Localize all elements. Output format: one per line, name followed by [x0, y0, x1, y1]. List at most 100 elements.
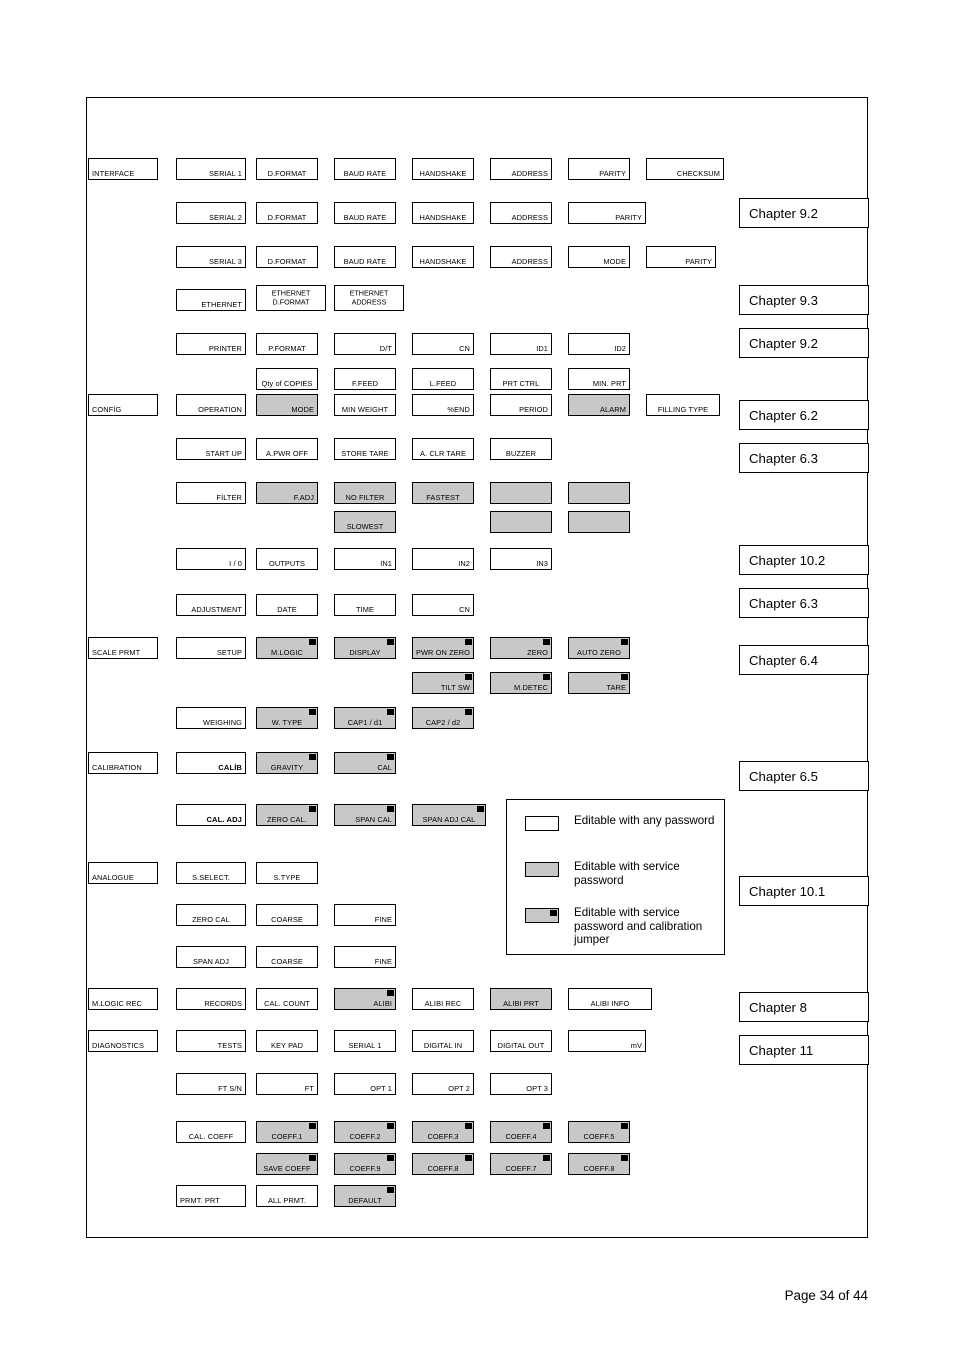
menu-node-s2baud[interactable]: BAUD RATE: [334, 202, 396, 224]
menu-node-zero[interactable]: ZERO: [490, 637, 552, 659]
menu-node-cap1d1[interactable]: CAP1 / d1: [334, 707, 396, 729]
menu-node-diagnostics[interactable]: DIAGNOSTICS: [88, 1030, 158, 1052]
menu-node-nofilter[interactable]: NO FILTER: [334, 482, 396, 504]
menu-node-coeff3[interactable]: COEFF.3: [412, 1121, 474, 1143]
menu-node-serialt1[interactable]: SERIAL 1: [334, 1030, 396, 1052]
menu-node-s1parity[interactable]: PARITY: [568, 158, 630, 180]
chapter-reference-box[interactable]: Chapter 9.2: [739, 198, 869, 228]
menu-node-mv[interactable]: mV: [568, 1030, 646, 1052]
chapter-reference-box[interactable]: Chapter 6.5: [739, 761, 869, 791]
menu-node-display[interactable]: DISPLAY: [334, 637, 396, 659]
chapter-reference-box[interactable]: Chapter 10.2: [739, 545, 869, 575]
menu-node-tests[interactable]: TESTS: [176, 1030, 246, 1052]
menu-node-s3dformat[interactable]: D.FORMAT: [256, 246, 318, 268]
menu-node-ethdform[interactable]: ETHERNET D.FORMAT: [256, 285, 326, 311]
chapter-reference-box[interactable]: Chapter 9.2: [739, 328, 869, 358]
menu-node-s3mode[interactable]: MODE: [568, 246, 630, 268]
menu-node-fblank2[interactable]: [568, 482, 630, 504]
menu-node-analogue[interactable]: ANALOGUE: [88, 862, 158, 884]
menu-node-weighing[interactable]: WEIGHING: [176, 707, 246, 729]
menu-node-autozero[interactable]: AUTO ZERO: [568, 637, 630, 659]
menu-node-gravity[interactable]: GRAVITY: [256, 752, 318, 774]
menu-node-in2[interactable]: IN2: [412, 548, 474, 570]
menu-node-cap2d2[interactable]: CAP2 / d2: [412, 707, 474, 729]
chapter-reference-box[interactable]: Chapter 6.4: [739, 645, 869, 675]
menu-node-opt2[interactable]: OPT 2: [412, 1073, 474, 1095]
menu-node-coarse1[interactable]: COARSE: [256, 904, 318, 926]
menu-node-serial2[interactable]: SERIAL 2: [176, 202, 246, 224]
menu-node-storetare[interactable]: STORE TARE: [334, 438, 396, 460]
menu-node-interface[interactable]: INTERFACE: [88, 158, 158, 180]
menu-node-tare[interactable]: TARE: [568, 672, 630, 694]
menu-node-alibi[interactable]: ALIBI: [334, 988, 396, 1010]
menu-node-coeff4[interactable]: COEFF.4: [490, 1121, 552, 1143]
menu-node-calcoeff[interactable]: CAL. COEFF: [176, 1121, 246, 1143]
menu-node-coeff5[interactable]: COEFF.5: [568, 1121, 630, 1143]
menu-node-wtype[interactable]: W. TYPE: [256, 707, 318, 729]
menu-node-stype[interactable]: S.TYPE: [256, 862, 318, 884]
chapter-reference-box[interactable]: Chapter 6.3: [739, 588, 869, 618]
menu-node-spanadjcal[interactable]: SPAN ADJ CAL: [412, 804, 486, 826]
menu-node-qtycopies[interactable]: Qty of COPIES: [256, 368, 318, 390]
menu-node-cn1[interactable]: CN: [412, 333, 474, 355]
menu-node-io[interactable]: I / 0: [176, 548, 246, 570]
menu-node-pctend[interactable]: %END: [412, 394, 474, 416]
menu-node-in3[interactable]: IN3: [490, 548, 552, 570]
menu-node-tiltsw[interactable]: TILT SW: [412, 672, 474, 694]
menu-node-s2addr[interactable]: ADDRESS: [490, 202, 552, 224]
menu-node-printer[interactable]: PRINTER: [176, 333, 246, 355]
menu-node-ft[interactable]: FT: [256, 1073, 318, 1095]
menu-node-s1baud[interactable]: BAUD RATE: [334, 158, 396, 180]
menu-node-serial3[interactable]: SERIAL 3: [176, 246, 246, 268]
menu-node-coeff8a[interactable]: COEFF.8: [412, 1153, 474, 1175]
chapter-reference-box[interactable]: Chapter 6.2: [739, 400, 869, 430]
menu-node-cn2[interactable]: CN: [412, 594, 474, 616]
menu-node-mdetec[interactable]: M.DETEC: [490, 672, 552, 694]
menu-node-mlogic[interactable]: M.LOGIC: [256, 637, 318, 659]
menu-node-caladj[interactable]: CAL. ADJ: [176, 804, 246, 826]
chapter-reference-box[interactable]: Chapter 6.3: [739, 443, 869, 473]
menu-node-fine1[interactable]: FINE: [334, 904, 396, 926]
chapter-reference-box[interactable]: Chapter 8: [739, 992, 869, 1022]
menu-node-sselect[interactable]: S.SELECT.: [176, 862, 246, 884]
menu-node-coeff1[interactable]: COEFF.1: [256, 1121, 318, 1143]
menu-node-cal[interactable]: CAL: [334, 752, 396, 774]
menu-node-fine2[interactable]: FINE: [334, 946, 396, 968]
menu-node-s1dformat[interactable]: D.FORMAT: [256, 158, 318, 180]
menu-node-outputs[interactable]: OUTPUTS: [256, 548, 318, 570]
menu-node-id1[interactable]: ID1: [490, 333, 552, 355]
menu-node-alibirec[interactable]: ALIBI REC: [412, 988, 474, 1010]
menu-node-fblank4[interactable]: [568, 511, 630, 533]
menu-node-ftsn[interactable]: FT S/N: [176, 1073, 246, 1095]
menu-node-buzzer[interactable]: BUZZER: [490, 438, 552, 460]
menu-node-ffeed[interactable]: F.FEED: [334, 368, 396, 390]
menu-node-minweight[interactable]: MIN WEIGHT: [334, 394, 396, 416]
menu-node-calcount[interactable]: CAL. COUNT: [256, 988, 318, 1010]
menu-node-mode[interactable]: MODE: [256, 394, 318, 416]
menu-node-coeff7[interactable]: COEFF.7: [490, 1153, 552, 1175]
menu-node-keypad[interactable]: KEY PAD: [256, 1030, 318, 1052]
menu-node-s3parity[interactable]: PARITY: [646, 246, 716, 268]
menu-node-pformat[interactable]: P.FORMAT: [256, 333, 318, 355]
menu-node-date[interactable]: DATE: [256, 594, 318, 616]
menu-node-s1addr[interactable]: ADDRESS: [490, 158, 552, 180]
menu-node-coeff2[interactable]: COEFF.2: [334, 1121, 396, 1143]
menu-node-default[interactable]: DEFAULT: [334, 1185, 396, 1207]
menu-node-calib[interactable]: CALİB: [176, 752, 246, 774]
menu-node-opt3[interactable]: OPT 3: [490, 1073, 552, 1095]
menu-node-ethernet[interactable]: ETHERNET: [176, 289, 246, 311]
menu-node-prtctrl[interactable]: PRT CTRL: [490, 368, 552, 390]
menu-node-startup[interactable]: START UP: [176, 438, 246, 460]
menu-node-savecoeff[interactable]: SAVE COEFF: [256, 1153, 318, 1175]
menu-node-zerocal1[interactable]: ZERO CAL.: [256, 804, 318, 826]
menu-node-s1check[interactable]: CHECKSUM: [646, 158, 724, 180]
menu-node-aclrtare[interactable]: A. CLR TARE: [412, 438, 474, 460]
menu-node-s1hand[interactable]: HANDSHAKE: [412, 158, 474, 180]
menu-node-alarm[interactable]: ALARM: [568, 394, 630, 416]
menu-node-adjustment[interactable]: ADJUSTMENT: [176, 594, 246, 616]
menu-node-s3hand[interactable]: HANDSHAKE: [412, 246, 474, 268]
chapter-reference-box[interactable]: Chapter 11: [739, 1035, 869, 1065]
menu-node-spancal[interactable]: SPAN CAL: [334, 804, 396, 826]
menu-node-serial1[interactable]: SERIAL 1: [176, 158, 246, 180]
menu-node-fblank3[interactable]: [490, 511, 552, 533]
